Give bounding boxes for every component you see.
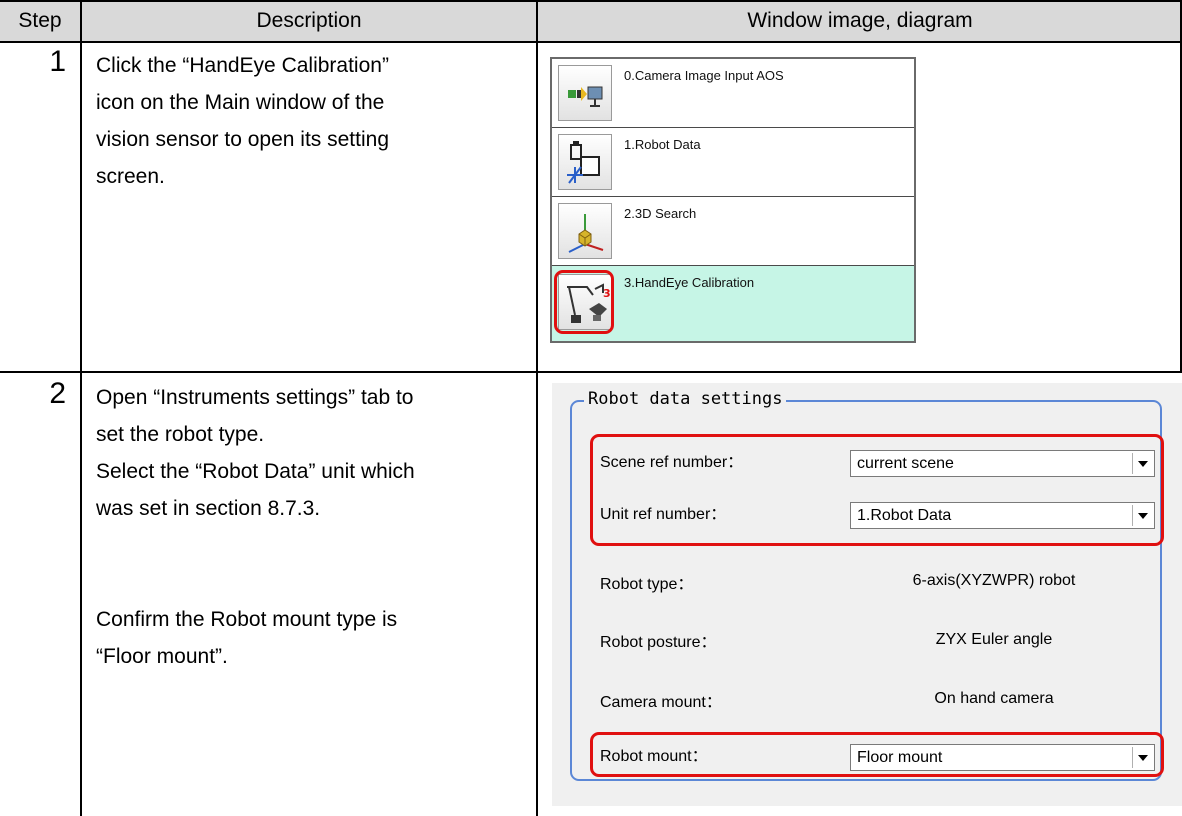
unit-item-camera-image-input[interactable]: 0.Camera Image Input AOS xyxy=(552,59,914,128)
robot-mount-label: Robot mount： xyxy=(600,748,708,765)
robot-data-settings-group: Robot data settings Scene ref number： cu… xyxy=(570,389,1164,781)
unit-item-3d-search[interactable]: 2.3D Search xyxy=(552,197,914,266)
column-divider-step xyxy=(80,0,82,816)
step-2-description: Open “Instruments settings” tab to set t… xyxy=(96,386,415,668)
robot-mount-value: Floor mount xyxy=(857,749,943,766)
header-divider xyxy=(0,41,1182,43)
step-1-description: Click the “HandEye Calibration” icon on … xyxy=(96,54,389,188)
robot-posture-value: ZYX Euler angle xyxy=(935,631,1053,648)
unit-ref-label: Unit ref number： xyxy=(600,506,727,523)
unit-item-robot-data[interactable]: 1.Robot Data xyxy=(552,128,914,197)
row-divider xyxy=(0,371,1182,373)
unit-label: 3.HandEye Calibration xyxy=(624,275,755,290)
icon-highlight-frame xyxy=(554,270,614,334)
column-divider-description xyxy=(536,0,538,816)
robot-type-label: Robot type： xyxy=(600,576,694,593)
robot-mount-dropdown[interactable]: Floor mount xyxy=(850,744,1155,771)
unit-item-handeye-calibration[interactable]: 3 3.HandEye Calibration xyxy=(552,266,914,341)
scene-ref-label: Scene ref number： xyxy=(600,454,744,471)
group-title: Robot data settings xyxy=(584,389,787,409)
dropdown-arrow-icon[interactable] xyxy=(1132,505,1152,526)
robot-data-settings-panel: Robot data settings Scene ref number： cu… xyxy=(552,383,1182,806)
header-window-image: Window image, diagram xyxy=(747,9,973,32)
dropdown-arrow-icon[interactable] xyxy=(1132,453,1152,474)
scene-ref-value: current scene xyxy=(857,455,954,472)
step-number-2: 2 xyxy=(49,377,66,410)
unit-ref-dropdown[interactable]: 1.Robot Data xyxy=(850,502,1155,529)
unit-label: 1.Robot Data xyxy=(624,137,701,152)
robot-data-icon[interactable] xyxy=(558,134,612,190)
camera-input-icon[interactable] xyxy=(558,65,612,121)
table-top-border xyxy=(0,0,1182,2)
unit-label: 2.3D Search xyxy=(624,206,697,221)
step-number-1: 1 xyxy=(49,45,66,78)
header-description: Description xyxy=(256,9,362,32)
camera-mount-label: Camera mount： xyxy=(600,694,722,711)
robot-posture-label: Robot posture： xyxy=(600,634,717,651)
unit-ref-value: 1.Robot Data xyxy=(857,507,952,524)
3d-search-icon[interactable] xyxy=(558,203,612,259)
camera-mount-value: On hand camera xyxy=(934,690,1054,707)
unit-label: 0.Camera Image Input AOS xyxy=(624,68,784,83)
robot-type-value: 6-axis(XYZWPR) robot xyxy=(912,572,1076,589)
dropdown-arrow-icon[interactable] xyxy=(1132,747,1152,768)
scene-ref-dropdown[interactable]: current scene xyxy=(850,450,1155,477)
header-step: Step xyxy=(18,9,62,32)
unit-list: 0.Camera Image Input AOS 1.Robot Data 2.… xyxy=(550,57,916,343)
